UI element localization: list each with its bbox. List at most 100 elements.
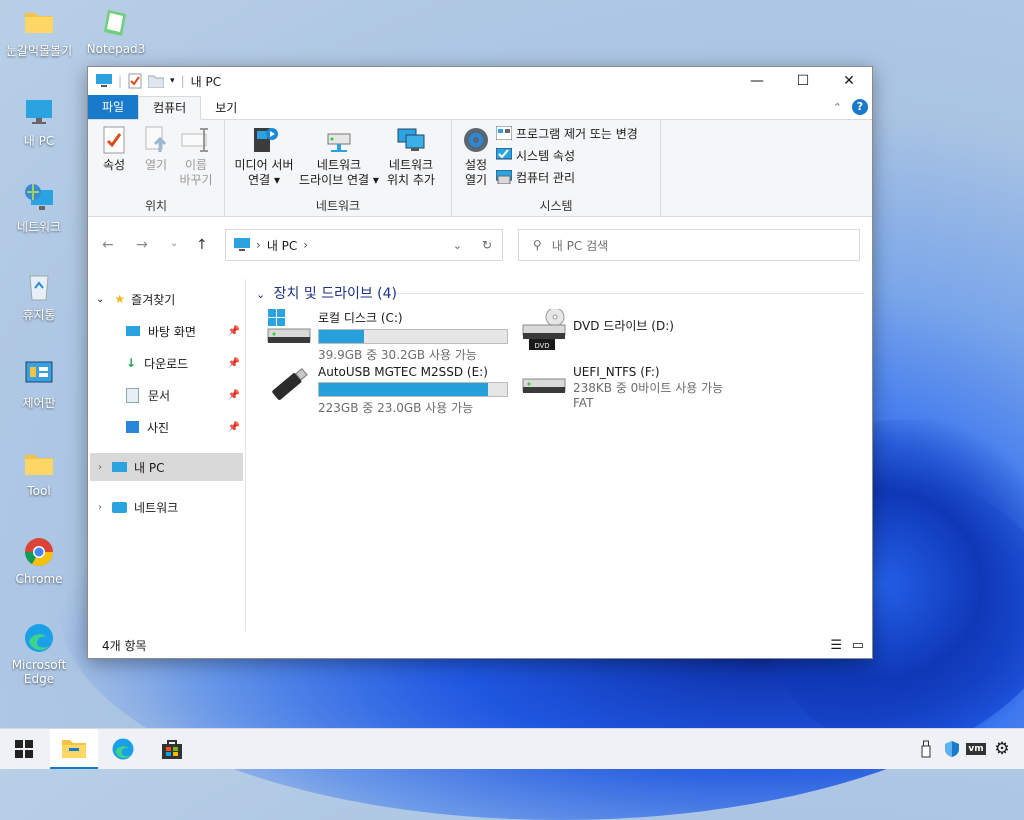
- drive-c-usage-fill: [319, 330, 365, 343]
- nav-this-pc[interactable]: › 내 PC: [90, 453, 243, 481]
- taskbar-store[interactable]: [148, 729, 196, 769]
- drive-f[interactable]: UEFI_NTFS (F:) 238KB 중 0바이트 사용 가능 FAT: [521, 365, 723, 410]
- taskbar: vm ⚙: [0, 728, 1024, 769]
- pin-icon[interactable]: 📌: [228, 390, 240, 401]
- open-icon: [145, 126, 167, 152]
- properties-label: 속성: [102, 158, 126, 172]
- forward-button[interactable]: →: [136, 237, 148, 253]
- pin-icon[interactable]: 📌: [228, 326, 240, 337]
- drive-icon: [522, 378, 566, 393]
- settings-tray-icon[interactable]: ⚙: [990, 729, 1014, 769]
- maximize-button[interactable]: ☐: [780, 67, 826, 95]
- properties-icon[interactable]: [128, 73, 142, 89]
- drive-c-usage-bar: [318, 329, 508, 344]
- minimize-button[interactable]: —: [734, 67, 780, 95]
- address-path[interactable]: 내 PC: [267, 237, 297, 254]
- address-dropdown-icon[interactable]: ⌄: [453, 239, 462, 252]
- nav-network[interactable]: › 네트워크: [90, 493, 178, 521]
- up-button[interactable]: ↑: [196, 237, 208, 253]
- drive-e[interactable]: AutoUSB MGTEC M2SSD (E:) 223GB 중 23.0GB …: [266, 365, 508, 416]
- computer-management-button[interactable]: 컴퓨터 관리: [496, 168, 638, 186]
- chrome-icon: [25, 538, 53, 566]
- ribbon-group-network: 미디어 서버 연결 ▾ 네트워크 드라이브 연결 ▾ 네트워크 위치 추가 네트…: [225, 120, 452, 216]
- network-drive-icon: [327, 133, 351, 152]
- refresh-icon[interactable]: ↻: [482, 238, 492, 252]
- gear-icon: ⚙: [994, 739, 1010, 759]
- pin-icon[interactable]: 📌: [228, 422, 240, 433]
- nav-documents[interactable]: 문서 📌: [126, 381, 244, 409]
- settings-label-line2: 열기: [464, 173, 488, 187]
- chevron-down-icon[interactable]: ⌄: [96, 294, 104, 305]
- chevron-down-icon[interactable]: ▾: [170, 76, 175, 86]
- title-bar[interactable]: | ▾ | 내 PC — ☐ ✕: [88, 67, 872, 95]
- nav-desktop[interactable]: 바탕 화면 📌: [126, 317, 244, 345]
- pictures-icon: [126, 421, 139, 433]
- security-tray-icon[interactable]: [940, 729, 964, 769]
- recent-locations-button[interactable]: ⌄: [170, 238, 178, 249]
- tab-view[interactable]: 보기: [201, 97, 251, 119]
- desktop-icon-tool-folder[interactable]: Tool: [0, 448, 78, 498]
- devices-section-header[interactable]: ⌄ 장치 및 드라이브 (4): [256, 283, 397, 303]
- windows-drive-icon: [267, 309, 311, 343]
- tab-file[interactable]: 파일: [88, 95, 139, 119]
- drive-e-info: 223GB 중 23.0GB 사용 가능: [318, 401, 474, 415]
- chevron-right-icon[interactable]: ›: [98, 502, 102, 513]
- usb-tray-icon[interactable]: [914, 729, 938, 769]
- separator: |: [180, 74, 185, 88]
- chevron-down-icon[interactable]: ⌄: [256, 288, 265, 301]
- drive-c-info: 39.9GB 중 30.2GB 사용 가능: [318, 348, 477, 362]
- chevron-right-icon[interactable]: ›: [256, 238, 261, 252]
- nav-favorites-label: 즐겨찾기: [131, 292, 176, 307]
- file-explorer-window[interactable]: | ▾ | 내 PC — ☐ ✕ 파일 컴퓨터 보기 ⌃ ? 속성 열기 이름 …: [87, 66, 873, 659]
- drive-e-name: AutoUSB MGTEC M2SSD (E:): [318, 365, 488, 379]
- drive-d[interactable]: DVD DVD 드라이브 (D:): [521, 309, 674, 351]
- desktop-icon-label: 내 PC: [23, 134, 55, 148]
- add-location-label-line1: 네트워크: [388, 158, 434, 172]
- usb-icon: [921, 740, 931, 758]
- navigation-pane: ⌄ ★ 즐겨찾기 바탕 화면 📌 ↓ 다운로드 📌 문서 📌 사진 📌 › 내: [88, 279, 246, 631]
- close-button[interactable]: ✕: [826, 67, 872, 95]
- folder-icon: [25, 13, 53, 33]
- chevron-right-icon[interactable]: ›: [303, 238, 308, 252]
- desktop-icon-chrome[interactable]: Chrome: [0, 536, 78, 586]
- taskbar-edge[interactable]: [99, 729, 147, 769]
- search-box[interactable]: ⚲ 내 PC 검색: [518, 229, 860, 261]
- search-placeholder[interactable]: 내 PC 검색: [552, 237, 608, 254]
- pin-icon[interactable]: 📌: [228, 358, 240, 369]
- address-bar[interactable]: › 내 PC › ⌄ ↻: [225, 229, 503, 261]
- content-pane: ⌄ 장치 및 드라이브 (4) 로컬 디스크 (C:) 39.9GB 중 30.…: [246, 279, 872, 631]
- desktop-icon-folder[interactable]: 눈갈먹몰볼기: [0, 6, 78, 59]
- start-button[interactable]: [0, 729, 48, 769]
- chevron-right-icon[interactable]: ›: [98, 462, 102, 473]
- drive-c[interactable]: 로컬 디스크 (C:) 39.9GB 중 30.2GB 사용 가능: [266, 309, 508, 363]
- details-view-icon[interactable]: ☰: [830, 638, 842, 653]
- vmware-tray-icon[interactable]: vm: [964, 729, 988, 769]
- nav-pictures[interactable]: 사진 📌: [126, 413, 244, 441]
- nav-downloads[interactable]: ↓ 다운로드 📌: [126, 349, 244, 377]
- vm-icon: vm: [966, 743, 986, 755]
- tab-computer[interactable]: 컴퓨터: [138, 96, 202, 120]
- desktop-icon-this-pc[interactable]: 내 PC: [0, 96, 78, 149]
- network-icon: [112, 501, 127, 513]
- desktop-icon-control-panel[interactable]: 제어판: [0, 358, 78, 411]
- system-properties-button[interactable]: 시스템 속성: [496, 146, 638, 164]
- chevron-up-icon[interactable]: ⌃: [833, 101, 842, 114]
- uninstall-program-button[interactable]: 프로그램 제거 또는 변경: [496, 124, 638, 142]
- desktop-icon-notepad3[interactable]: Notepad3: [77, 6, 155, 56]
- new-folder-icon[interactable]: [148, 74, 165, 88]
- drive-f-name: UEFI_NTFS (F:): [573, 365, 660, 379]
- rename-label-line2: 바꾸기: [179, 173, 213, 187]
- folder-icon: [25, 455, 53, 475]
- help-icon[interactable]: ?: [852, 99, 868, 115]
- dvd-drive-icon: DVD: [522, 309, 566, 350]
- nav-favorites[interactable]: ⌄ ★ 즐겨찾기: [96, 285, 175, 313]
- taskbar-file-explorer[interactable]: [50, 729, 98, 769]
- desktop-icon-network[interactable]: 네트워크: [0, 182, 78, 235]
- large-icons-view-icon[interactable]: ▭: [852, 638, 864, 653]
- desktop-icon-edge[interactable]: Microsoft Edge: [0, 622, 78, 686]
- status-bar: 4개 항목 ☰ ▭: [88, 632, 872, 658]
- nav-documents-label: 문서: [148, 388, 171, 403]
- computer-management-icon: [496, 170, 512, 184]
- desktop-icon-recycle-bin[interactable]: 휴지통: [0, 270, 78, 323]
- back-button[interactable]: ←: [102, 237, 114, 253]
